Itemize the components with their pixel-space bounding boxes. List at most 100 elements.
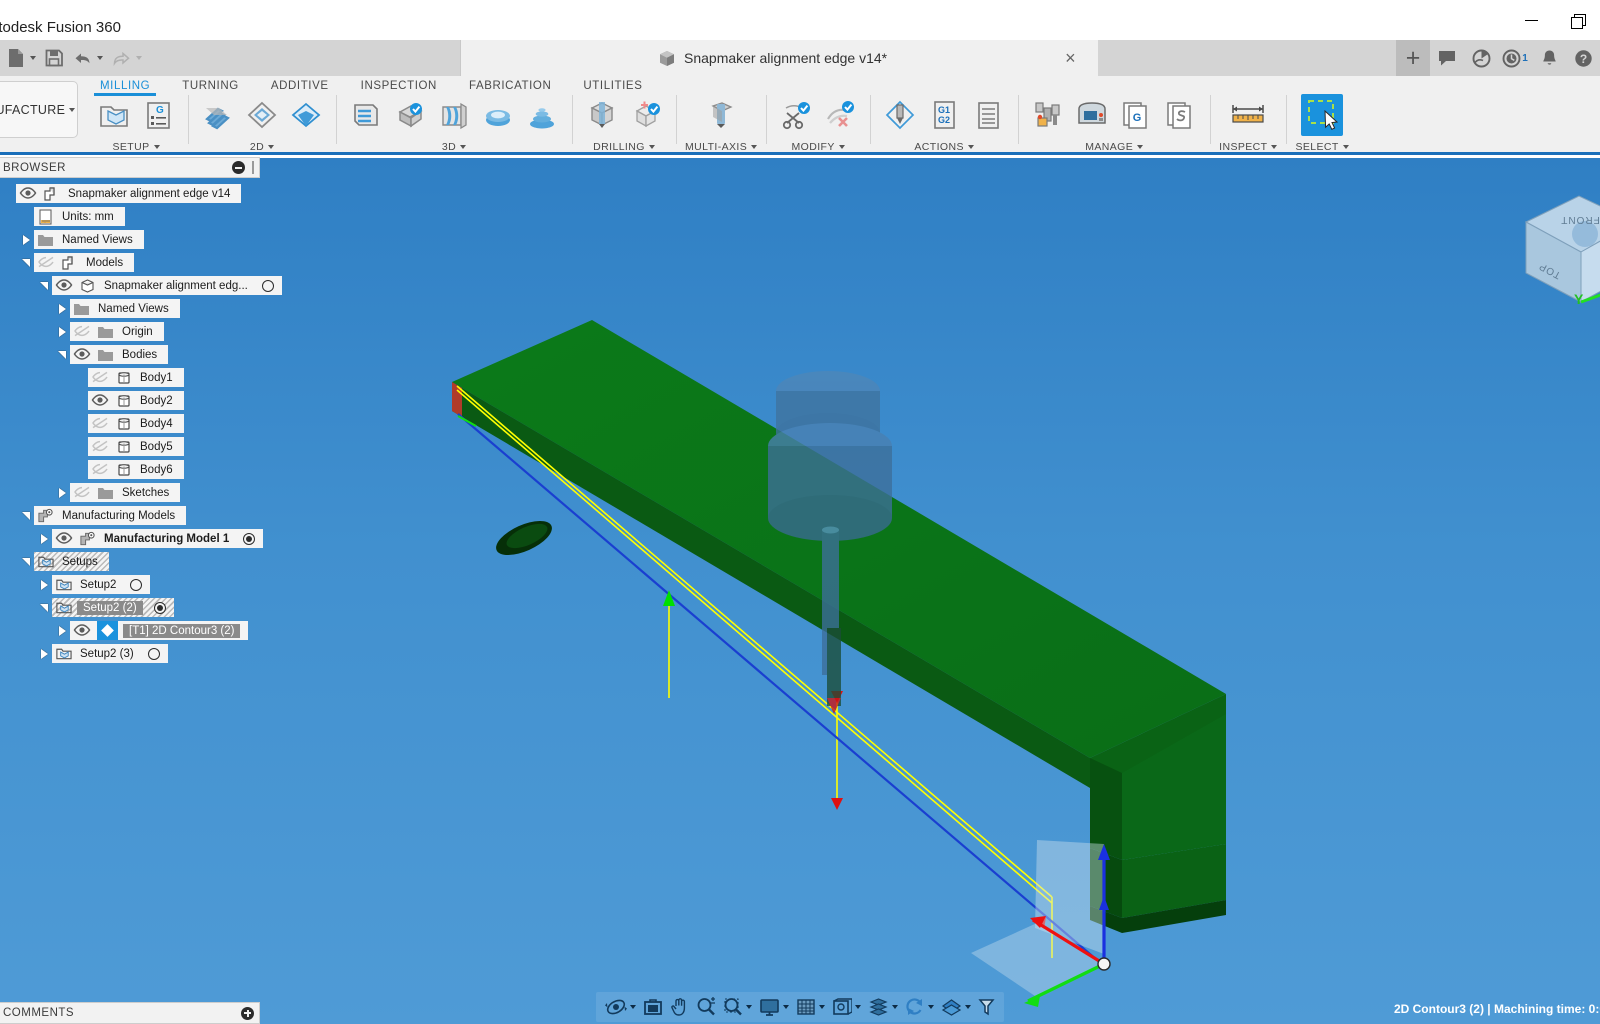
simulate-icon[interactable] xyxy=(879,94,921,136)
tree-node-chip[interactable]: Origin xyxy=(70,322,164,341)
new-tab-button[interactable]: + xyxy=(1396,40,1430,76)
expand-arrow-icon[interactable] xyxy=(54,621,70,640)
2d-contour-icon[interactable] xyxy=(285,94,327,136)
tree-node-chip[interactable]: Manufacturing Model 1 xyxy=(52,529,263,548)
pan-icon[interactable] xyxy=(667,993,692,1021)
comments-icon[interactable] xyxy=(1430,40,1464,76)
eye-hidden-icon[interactable] xyxy=(37,256,56,270)
panel-label-drilling[interactable]: DRILLING xyxy=(593,141,655,155)
trim-toolpath-icon[interactable] xyxy=(775,94,817,136)
panel-label-select[interactable]: SELECT xyxy=(1295,141,1348,155)
tree-node[interactable]: Setups xyxy=(0,552,260,571)
parallel-icon[interactable] xyxy=(433,94,475,136)
appearance-icon[interactable] xyxy=(938,993,974,1021)
eye-visible-icon[interactable] xyxy=(55,279,74,293)
tree-node-chip[interactable]: Setup2 (3) xyxy=(52,644,168,663)
template-library-icon[interactable] xyxy=(1159,94,1201,136)
undo-button[interactable] xyxy=(68,40,107,76)
new-document-button[interactable] xyxy=(2,40,40,76)
delete-toolpath-icon[interactable] xyxy=(819,94,861,136)
machine-library-icon[interactable] xyxy=(1071,94,1113,136)
pocket-clearing-icon[interactable] xyxy=(389,94,431,136)
activate-radio-selected[interactable] xyxy=(154,602,166,614)
expand-arrow-icon[interactable] xyxy=(36,644,52,663)
tree-node[interactable]: Setup2 (2) xyxy=(0,598,260,617)
activate-radio-selected[interactable] xyxy=(243,533,255,545)
tree-node-chip[interactable]: Setup2 xyxy=(52,575,150,594)
expand-arrow-icon[interactable] xyxy=(36,575,52,594)
tool-library-icon[interactable] xyxy=(1027,94,1069,136)
tree-node[interactable]: Body2 xyxy=(0,391,260,410)
tree-node[interactable]: Named Views xyxy=(0,299,260,318)
expand-arrow-icon[interactable] xyxy=(54,322,70,341)
help-icon[interactable]: ? xyxy=(1566,40,1600,76)
tree-node[interactable]: Setup2 (3) xyxy=(0,644,260,663)
collapse-arrow-icon[interactable] xyxy=(18,253,34,272)
tree-node-chip[interactable]: Setups xyxy=(34,552,109,571)
post-library-icon[interactable]: G xyxy=(1115,94,1157,136)
zoom-icon[interactable] xyxy=(693,993,719,1021)
tree-node[interactable]: Snapmaker alignment edg... xyxy=(0,276,260,295)
filter-icon[interactable] xyxy=(975,993,998,1021)
tree-node[interactable]: Named Views xyxy=(0,230,260,249)
tree-node[interactable]: Bodies xyxy=(0,345,260,364)
expand-arrow-icon[interactable] xyxy=(54,483,70,502)
face-icon[interactable] xyxy=(197,94,239,136)
tree-node-chip[interactable]: Sketches xyxy=(70,483,180,502)
tree-node[interactable]: Manufacturing Models xyxy=(0,506,260,525)
panel-resize-grip[interactable] xyxy=(252,161,254,174)
tree-node-chip[interactable]: Setup2 (2) xyxy=(52,598,174,617)
tree-node-chip[interactable]: Bodies xyxy=(70,345,168,364)
zoom-window-icon[interactable] xyxy=(720,993,755,1021)
tree-node-chip[interactable]: Units: mm xyxy=(34,207,125,226)
tree-node[interactable]: Origin xyxy=(0,322,260,341)
eye-visible-icon[interactable] xyxy=(73,624,92,638)
eye-visible-icon[interactable] xyxy=(55,532,74,546)
spiral-icon[interactable] xyxy=(521,94,563,136)
orbit-icon[interactable] xyxy=(602,993,639,1021)
setup-icon[interactable] xyxy=(93,94,135,136)
expand-arrow-icon[interactable] xyxy=(54,299,70,318)
panel-label-modify[interactable]: MODIFY xyxy=(792,141,845,155)
viewports-icon[interactable] xyxy=(829,993,864,1021)
tree-node-chip[interactable]: Body6 xyxy=(88,460,184,479)
collapse-arrow-icon[interactable] xyxy=(18,506,34,525)
tree-node-chip[interactable]: Named Views xyxy=(70,299,180,318)
grid-snap-icon[interactable] xyxy=(793,993,828,1021)
tree-node[interactable]: Body5 xyxy=(0,437,260,456)
drill-icon[interactable] xyxy=(581,94,623,136)
panel-label-setup[interactable]: SETUP xyxy=(112,141,159,155)
expand-arrow-icon[interactable] xyxy=(36,529,52,548)
eye-hidden-icon[interactable] xyxy=(91,463,110,477)
close-document-tab-button[interactable]: × xyxy=(1057,49,1084,67)
minus-circle-icon[interactable] xyxy=(232,161,245,174)
tree-node-chip[interactable]: Models xyxy=(34,253,134,272)
notifications-bell-icon[interactable] xyxy=(1532,40,1566,76)
collapse-arrow-icon[interactable] xyxy=(54,345,70,364)
select-icon[interactable] xyxy=(1301,94,1343,136)
view-cube[interactable]: FRONT TOP LEFT Y xyxy=(1484,170,1600,310)
tree-node[interactable]: Sketches xyxy=(0,483,260,502)
activate-radio-empty[interactable] xyxy=(130,579,142,591)
redo-button[interactable] xyxy=(107,40,146,76)
tree-node-chip[interactable]: Snapmaker alignment edg... xyxy=(52,276,282,295)
eye-hidden-icon[interactable] xyxy=(73,325,92,339)
scallop-icon[interactable] xyxy=(477,94,519,136)
panel-label-inspect[interactable]: INSPECT xyxy=(1219,141,1277,155)
panel-label-manage[interactable]: MANAGE xyxy=(1085,141,1143,155)
tree-node-chip[interactable]: Body4 xyxy=(88,414,184,433)
reset-view-icon[interactable] xyxy=(902,993,937,1021)
setup-sheet-icon[interactable] xyxy=(967,94,1009,136)
tree-node[interactable]: Setup2 xyxy=(0,575,260,594)
post-process-icon[interactable]: G1G2 xyxy=(923,94,965,136)
eye-visible-icon[interactable] xyxy=(19,187,38,201)
tree-node-chip[interactable]: Snapmaker alignment edge v14 xyxy=(16,184,241,203)
recent-activity-icon[interactable]: 1 xyxy=(1498,40,1532,76)
tree-node[interactable]: Body6 xyxy=(0,460,260,479)
tree-node-chip[interactable]: [T1] 2D Contour3 (2) xyxy=(70,621,248,640)
tree-node[interactable]: Body1 xyxy=(0,368,260,387)
look-at-icon[interactable] xyxy=(640,993,666,1021)
save-button[interactable] xyxy=(40,40,68,76)
restore-button[interactable] xyxy=(1554,0,1600,40)
collapse-arrow-icon[interactable] xyxy=(36,276,52,295)
